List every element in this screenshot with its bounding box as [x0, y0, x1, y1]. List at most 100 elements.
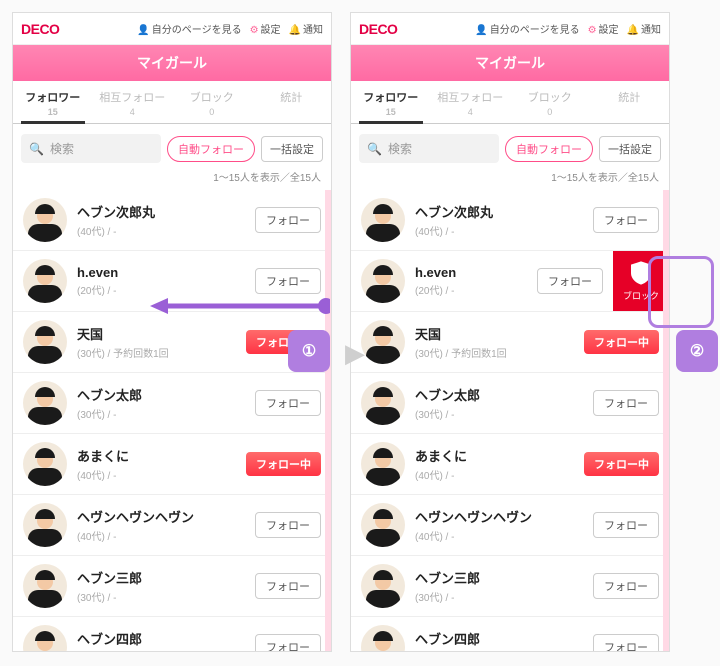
list-item[interactable]: ヘブン太郎(30代) / -フォロー	[13, 373, 331, 434]
list-item[interactable]: 天国(30代) / 予約回数1回フォロー中	[13, 312, 331, 373]
list-item[interactable]: ヘブン四郎(30代) / -フォロー	[351, 617, 669, 652]
tab-count: 4	[93, 107, 173, 117]
topbar: DECO👤自分のページを見る⚙設定🔔通知	[13, 13, 331, 45]
follow-button[interactable]: フォロー	[255, 634, 321, 652]
avatar	[23, 259, 67, 303]
tab-0[interactable]: フォロワー15	[13, 81, 93, 123]
list-item[interactable]: ヘブン三郎 (30代) / - フォロー	[13, 556, 331, 617]
phone-panel-left: DECO👤自分のページを見る⚙設定🔔通知マイガールフォロワー15相互フォロー4ブ…	[12, 12, 332, 652]
avatar	[23, 381, 67, 425]
tab-label: 統計	[618, 92, 640, 104]
user-name: ヘブン三郎	[415, 568, 583, 587]
batch-settings-button[interactable]: 一括設定	[599, 136, 661, 162]
tab-1[interactable]: 相互フォロー4	[431, 81, 511, 123]
list-item[interactable]: ヘブン三郎 (30代) / - フォロー	[351, 556, 669, 617]
follow-button[interactable]: フォロー	[255, 573, 321, 599]
user-info: ヘブン太郎(30代) / -	[415, 385, 583, 421]
user-meta: (30代) / -	[415, 589, 583, 604]
tab-0[interactable]: フォロワー15	[351, 81, 431, 123]
search-input[interactable]: 🔍検索	[359, 134, 499, 163]
link-settings[interactable]: ⚙設定	[250, 21, 281, 36]
listing-count: 1〜15人を表示／全15人	[351, 169, 669, 190]
gear-icon: ⚙	[250, 25, 259, 36]
search-placeholder: 検索	[388, 140, 412, 157]
following-button[interactable]: フォロー中	[246, 452, 321, 476]
tab-3[interactable]: 統計	[252, 81, 332, 123]
follow-button[interactable]: フォロー	[593, 573, 659, 599]
follow-button[interactable]: フォロー	[255, 268, 321, 294]
list-item[interactable]: 天国(30代) / 予約回数1回フォロー中	[351, 312, 669, 373]
user-name: ヘブン太郎	[77, 385, 245, 404]
avatar	[361, 625, 405, 652]
swipe-edge-indicator	[325, 190, 331, 652]
tab-count	[252, 107, 332, 117]
list-item[interactable]: ヘブン太郎(30代) / - フォロー	[351, 373, 669, 434]
brand-logo: DECO	[359, 21, 397, 37]
tab-2[interactable]: ブロック0	[510, 81, 590, 123]
list-item[interactable]: h.even (20代) / - フォローブロック	[351, 251, 669, 312]
tab-3[interactable]: 統計	[590, 81, 670, 123]
follow-button[interactable]: フォロー	[593, 634, 659, 652]
tab-label: フォロワー	[363, 92, 418, 104]
user-name: ヘブン三郎	[77, 568, 245, 587]
follow-button[interactable]: フォロー	[255, 512, 321, 538]
follower-list: ヘブン次郎丸(40代) / -フォローh.even(20代) / -フォロー天国…	[13, 190, 331, 652]
user-meta: (40代) / -	[415, 467, 574, 482]
avatar	[361, 198, 405, 242]
shield-icon	[631, 261, 651, 285]
link-notify[interactable]: 🔔通知	[627, 21, 661, 36]
user-name: 天国	[77, 324, 236, 343]
link-settings-label: 設定	[261, 25, 281, 36]
search-input[interactable]: 🔍検索	[21, 134, 161, 163]
user-name: ヘヴンヘヴンヘヴン	[77, 507, 245, 526]
follow-button[interactable]: フォロー	[593, 390, 659, 416]
user-meta: (30代) / -	[77, 589, 245, 604]
list-item[interactable]: あまくに (40代) / - フォロー中	[351, 434, 669, 495]
following-button[interactable]: フォロー中	[246, 330, 321, 354]
user-meta: (40代) / -	[415, 528, 583, 543]
avatar	[23, 442, 67, 486]
link-notify[interactable]: 🔔通知	[289, 21, 323, 36]
avatar	[361, 503, 405, 547]
list-item[interactable]: ヘヴンヘヴンヘヴン (40代) / - フォロー	[13, 495, 331, 556]
search-row: 🔍検索自動フォロー一括設定	[351, 124, 669, 169]
follow-button[interactable]: フォロー	[255, 390, 321, 416]
user-meta: (40代) / -	[77, 223, 245, 238]
user-info: 天国(30代) / 予約回数1回	[415, 324, 574, 360]
follow-button[interactable]: フォロー	[593, 512, 659, 538]
list-item[interactable]: ヘブン四郎(30代) / -フォロー	[13, 617, 331, 652]
tab-count: 0	[172, 107, 252, 117]
list-item[interactable]: h.even(20代) / -フォロー	[13, 251, 331, 312]
follow-button[interactable]: フォロー	[537, 268, 603, 294]
user-name: h.even	[415, 265, 527, 280]
batch-settings-button[interactable]: 一括設定	[261, 136, 323, 162]
block-action[interactable]: ブロック	[613, 251, 669, 311]
tab-1[interactable]: 相互フォロー4	[93, 81, 173, 123]
link-settings[interactable]: ⚙設定	[588, 21, 619, 36]
user-name: あまくに	[415, 446, 574, 465]
user-meta: (40代) / -	[77, 467, 236, 482]
user-meta: (40代) / -	[77, 528, 245, 543]
list-item[interactable]: ヘブン次郎丸(40代) / -フォロー	[351, 190, 669, 251]
auto-follow-button[interactable]: 自動フォロー	[167, 136, 255, 162]
tab-count: 4	[431, 107, 511, 117]
auto-follow-button[interactable]: 自動フォロー	[505, 136, 593, 162]
tab-count: 0	[510, 107, 590, 117]
tab-2[interactable]: ブロック0	[172, 81, 252, 123]
following-button[interactable]: フォロー中	[584, 452, 659, 476]
link-mypage[interactable]: 👤自分のページを見る	[137, 21, 241, 36]
link-mypage[interactable]: 👤自分のページを見る	[475, 21, 579, 36]
user-info: あまくに(40代) / -	[77, 446, 236, 482]
follow-button[interactable]: フォロー	[255, 207, 321, 233]
follow-button[interactable]: フォロー	[593, 207, 659, 233]
topbar: DECO 👤自分のページを見る ⚙設定 🔔通知	[351, 13, 669, 45]
following-button[interactable]: フォロー中	[584, 330, 659, 354]
list-item[interactable]: ヘヴンヘヴンヘヴン(40代) / - フォロー	[351, 495, 669, 556]
avatar	[23, 320, 67, 364]
list-item[interactable]: あまくに(40代) / - フォロー中	[13, 434, 331, 495]
user-info: h.even (20代) / -	[415, 265, 527, 297]
swipe-edge-indicator	[663, 190, 669, 652]
list-item[interactable]: ヘブン次郎丸(40代) / -フォロー	[13, 190, 331, 251]
user-meta: (20代) / -	[415, 282, 527, 297]
user-info: ヘヴンヘヴンヘヴン(40代) / -	[415, 507, 583, 543]
